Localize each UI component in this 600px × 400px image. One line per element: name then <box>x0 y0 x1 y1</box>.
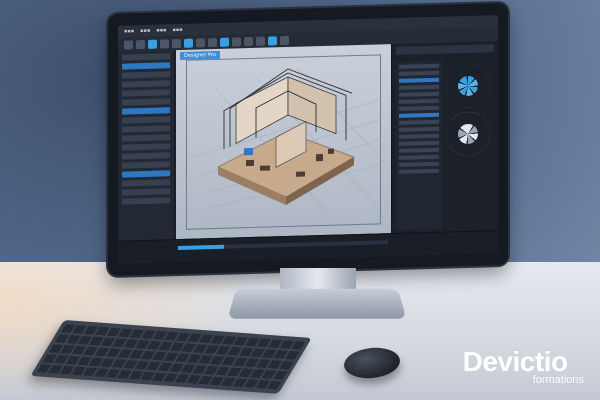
menu-placeholder[interactable]: ▪▪▪ <box>156 27 166 33</box>
layer-item[interactable] <box>399 140 439 146</box>
3d-viewport[interactable]: Designer Pro <box>176 44 391 241</box>
layer-item[interactable] <box>399 105 439 111</box>
outliner-row[interactable] <box>122 161 170 169</box>
outliner-row[interactable] <box>122 134 170 142</box>
outliner-row[interactable] <box>122 98 170 106</box>
tool-icon[interactable] <box>208 37 217 47</box>
watermark-subtitle: formations <box>532 374 584 386</box>
view-cube-area <box>442 59 494 228</box>
tool-icon[interactable] <box>184 38 193 48</box>
menu-placeholder[interactable]: ▪▪▪ <box>173 27 183 33</box>
layer-item[interactable] <box>399 154 439 160</box>
layer-item[interactable] <box>399 91 439 97</box>
outliner-row[interactable] <box>122 62 170 70</box>
layer-item[interactable] <box>399 84 439 90</box>
layer-item[interactable] <box>399 133 439 139</box>
outliner-row[interactable] <box>122 170 170 178</box>
monitor-prop <box>244 147 253 156</box>
monitor: ▪▪▪ ▪▪▪ ▪▪▪ ▪▪▪ Designer Pro <box>108 2 508 276</box>
tool-icon[interactable] <box>220 37 229 47</box>
layer-item[interactable] <box>399 63 439 69</box>
outliner-row[interactable] <box>122 71 170 79</box>
outliner-row[interactable] <box>122 197 170 205</box>
outliner-panel <box>118 50 175 242</box>
layer-list <box>396 60 442 230</box>
menu-placeholder[interactable]: ▪▪▪ <box>140 28 150 34</box>
layer-item[interactable] <box>399 126 439 132</box>
tool-icon[interactable] <box>244 36 253 46</box>
layer-item[interactable] <box>399 112 439 118</box>
menu-placeholder[interactable]: ▪▪▪ <box>124 28 134 34</box>
outliner-row[interactable] <box>122 116 170 124</box>
tool-icon[interactable] <box>256 36 265 46</box>
layer-item[interactable] <box>399 161 439 167</box>
navigation-wheel-icon[interactable] <box>446 111 490 157</box>
timeline-track[interactable] <box>178 240 388 251</box>
view-cube-icon[interactable] <box>446 63 490 109</box>
watermark-name: Devictio <box>462 346 568 377</box>
watermark-logo: Devictio formations <box>462 346 584 387</box>
tool-icon[interactable] <box>172 38 181 48</box>
outliner-row[interactable] <box>122 125 170 133</box>
layer-item[interactable] <box>399 70 439 76</box>
tool-icon[interactable] <box>232 36 241 47</box>
floor-plan-model <box>185 66 387 212</box>
outliner-row[interactable] <box>122 152 170 160</box>
timeline-progress <box>178 244 225 251</box>
outliner-row[interactable] <box>122 179 170 187</box>
outliner-row[interactable] <box>122 89 170 97</box>
monitor-screen: ▪▪▪ ▪▪▪ ▪▪▪ ▪▪▪ Designer Pro <box>118 15 498 264</box>
layer-item[interactable] <box>399 168 439 174</box>
layer-item[interactable] <box>399 147 439 153</box>
outliner-row[interactable] <box>122 143 170 151</box>
tool-icon[interactable] <box>160 38 169 49</box>
outliner-row[interactable] <box>122 80 170 88</box>
layer-item[interactable] <box>399 119 439 125</box>
tool-icon[interactable] <box>196 37 205 48</box>
monitor-stand-base <box>227 288 407 319</box>
tool-icon[interactable] <box>148 39 157 49</box>
outliner-row[interactable] <box>122 53 170 61</box>
tool-icon[interactable] <box>124 39 133 50</box>
layer-item[interactable] <box>399 98 439 104</box>
layer-item[interactable] <box>399 77 439 83</box>
tool-icon[interactable] <box>268 35 277 46</box>
tool-icon[interactable] <box>280 35 289 45</box>
outliner-row[interactable] <box>122 107 170 115</box>
outliner-row[interactable] <box>122 188 170 196</box>
tool-icon[interactable] <box>136 39 145 49</box>
panel-header <box>396 44 494 55</box>
properties-panel <box>391 41 498 235</box>
viewport-tab[interactable]: Designer Pro <box>180 50 220 60</box>
